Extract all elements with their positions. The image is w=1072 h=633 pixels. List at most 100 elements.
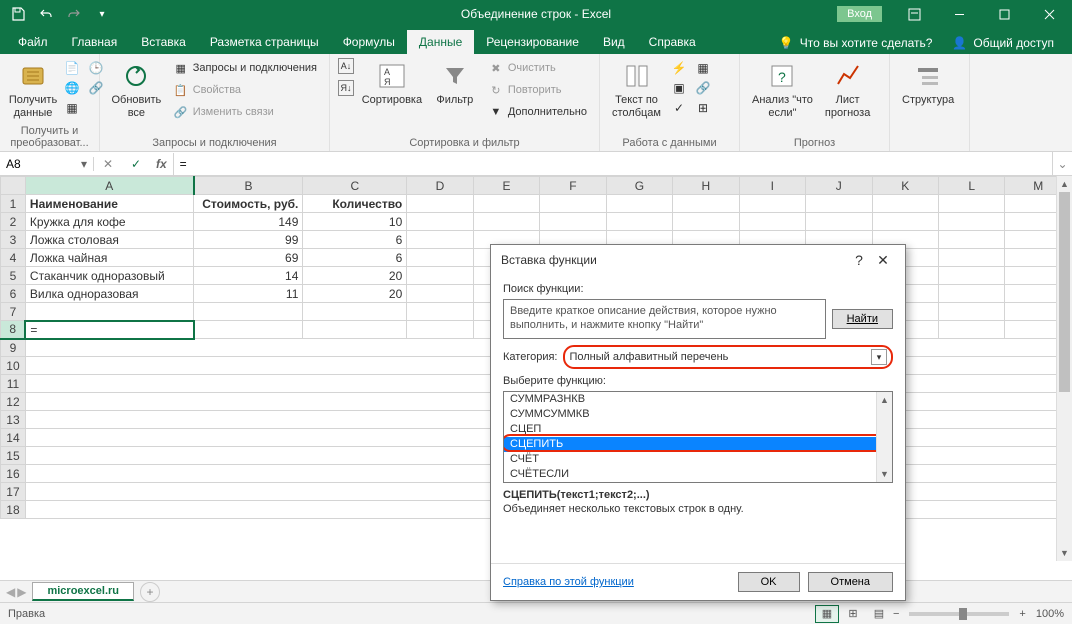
row-header[interactable]: 17 [1,483,26,501]
cell[interactable] [540,195,606,213]
cell[interactable] [407,321,473,339]
refresh-all-button[interactable]: Обновить все [108,58,165,122]
row-header[interactable]: 2 [1,213,26,231]
cell[interactable] [939,303,1005,321]
cell[interactable] [407,249,473,267]
tab-view[interactable]: Вид [591,30,637,54]
cell[interactable] [407,231,473,249]
cell[interactable] [939,213,1005,231]
share-button[interactable]: 👤 Общий доступ [942,32,1064,54]
from-text-icon[interactable]: 📄 [64,60,80,76]
qat-customize-icon[interactable]: ▾ [90,3,114,25]
name-box-dropdown-icon[interactable]: ▾ [81,157,87,171]
col-header[interactable]: I [739,177,805,195]
view-layout-icon[interactable]: ⊞ [841,605,865,623]
formula-expand-icon[interactable]: ⌄ [1052,152,1072,175]
maximize-button[interactable] [982,0,1027,28]
col-header[interactable]: L [939,177,1005,195]
dialog-close-icon[interactable]: ✕ [871,252,895,269]
function-list-item-selected[interactable]: СЦЕПИТЬ [504,437,892,452]
cell[interactable] [939,195,1005,213]
cell[interactable] [939,321,1005,339]
cell[interactable]: 6 [303,249,407,267]
scroll-down-icon[interactable]: ▼ [1057,545,1072,561]
view-pagebreak-icon[interactable]: ▤ [867,605,891,623]
cell[interactable] [872,195,938,213]
data-model-icon[interactable]: ⊞ [695,100,711,116]
queries-connections-button[interactable]: ▦Запросы и подключения [169,58,321,78]
consolidate-icon[interactable]: ▦ [695,60,711,76]
cell[interactable] [939,231,1005,249]
redo-icon[interactable] [62,3,86,25]
col-header[interactable]: J [806,177,872,195]
cell[interactable] [673,213,739,231]
get-data-button[interactable]: Получить данные [8,58,58,122]
row-header[interactable]: 4 [1,249,26,267]
row-header[interactable]: 8 [1,321,26,339]
col-header[interactable]: E [473,177,539,195]
login-button[interactable]: Вход [837,6,882,22]
cell[interactable]: 6 [303,231,407,249]
col-header[interactable]: F [540,177,606,195]
select-all-corner[interactable] [1,177,26,195]
cell[interactable] [407,195,473,213]
cell[interactable] [939,285,1005,303]
tab-formulas[interactable]: Формулы [331,30,407,54]
cell[interactable] [872,213,938,231]
edit-links-button[interactable]: 🔗Изменить связи [169,102,321,122]
function-list-item[interactable]: СУММРАЗНКВ [504,392,892,407]
category-select[interactable]: Полный алфавитный перечень ▾ [563,345,893,369]
search-function-input[interactable]: Введите краткое описание действия, котор… [503,299,826,339]
active-cell[interactable]: = [25,321,193,339]
cell[interactable] [25,303,193,321]
cell[interactable]: Вилка одноразовая [25,285,193,303]
formula-input[interactable] [174,157,1052,171]
col-header[interactable]: B [194,177,303,195]
scroll-up-icon[interactable]: ▲ [1057,176,1072,192]
outline-button[interactable]: Структура [898,58,958,109]
view-normal-icon[interactable]: ▦ [815,605,839,623]
advanced-filter-button[interactable]: ▼Дополнительно [484,102,591,122]
from-web-icon[interactable]: 🌐 [64,80,80,96]
vertical-scrollbar[interactable]: ▲ ▼ [1056,176,1072,561]
row-header[interactable]: 15 [1,447,26,465]
row-header[interactable]: 16 [1,465,26,483]
col-header[interactable]: D [407,177,473,195]
tab-data[interactable]: Данные [407,30,474,54]
sort-desc-icon[interactable]: Я↓ [338,80,354,96]
col-header[interactable]: H [673,177,739,195]
flash-fill-icon[interactable]: ⚡ [671,60,687,76]
tab-file[interactable]: Файл [6,30,60,54]
cancel-formula-icon[interactable]: ✕ [94,153,122,175]
row-header[interactable]: 5 [1,267,26,285]
reapply-button[interactable]: ↻Повторить [484,80,591,100]
tab-review[interactable]: Рецензирование [474,30,591,54]
row-header[interactable]: 11 [1,375,26,393]
cell[interactable] [939,267,1005,285]
forecast-sheet-button[interactable]: Лист прогноза [821,58,874,122]
tell-me-search[interactable]: 💡 Что вы хотите сделать? [769,32,943,54]
cell[interactable] [473,213,539,231]
dialog-help-icon[interactable]: ? [847,252,871,268]
row-header[interactable]: 10 [1,357,26,375]
row-header[interactable]: 9 [1,339,26,357]
function-list-item[interactable]: СУММСУММКВ [504,407,892,422]
zoom-slider[interactable] [909,612,1009,616]
sheet-tab-active[interactable]: microexcel.ru [32,582,134,601]
function-list[interactable]: СУММРАЗНКВ СУММСУММКВ СЦЕП СЦЕПИТЬ СЧЁТ … [503,391,893,483]
fx-icon[interactable]: fx [150,157,173,171]
filter-button[interactable]: Фильтр [430,58,480,109]
cell[interactable] [606,195,672,213]
cell[interactable]: 20 [303,285,407,303]
add-sheet-button[interactable]: + [140,582,160,602]
chevron-down-icon[interactable]: ▾ [871,349,887,365]
function-list-item[interactable]: СЧЁТЕСЛИМН [504,482,892,483]
function-list-item[interactable]: СЦЕП [504,422,892,437]
col-header[interactable]: A [25,177,193,195]
cell[interactable]: 20 [303,267,407,285]
scroll-down-icon[interactable]: ▼ [877,466,892,482]
cell[interactable]: Наименование [25,195,193,213]
cell[interactable] [540,213,606,231]
cell[interactable] [939,249,1005,267]
function-list-item[interactable]: СЧЁТЕСЛИ [504,467,892,482]
